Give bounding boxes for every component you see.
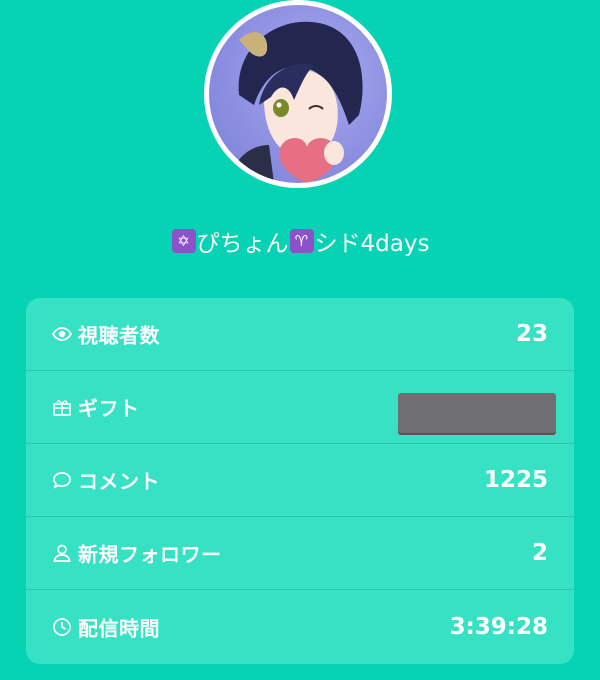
stat-label: ギフト bbox=[78, 396, 140, 421]
gift-icon bbox=[51, 396, 73, 418]
streamer-name-part1: ぴちょん bbox=[196, 231, 289, 257]
eye-icon bbox=[51, 323, 73, 345]
stat-value: 2 bbox=[531, 540, 548, 566]
person-icon bbox=[51, 542, 73, 564]
stat-row-duration: 配信時間 3:39:28 bbox=[26, 590, 574, 663]
stat-row-comments: コメント 1225 bbox=[26, 444, 574, 517]
comment-icon bbox=[51, 469, 73, 491]
aries-icon: ♈ bbox=[289, 229, 314, 253]
stat-value: 23 bbox=[515, 321, 548, 347]
stat-row-followers: 新規フォロワー 2 bbox=[26, 517, 574, 590]
stat-label: 新規フォロワー bbox=[78, 542, 222, 567]
stat-label: 配信時間 bbox=[78, 616, 160, 640]
stat-value: 1225 bbox=[483, 467, 548, 493]
redacted-value bbox=[398, 393, 556, 433]
avatar[interactable] bbox=[204, 0, 392, 188]
stat-label: 視聴者数 bbox=[78, 323, 160, 348]
stream-summary-page: ✡ ぴちょん ♈ シド4days 視聴者数 23 ギフト コメント 1225 新… bbox=[0, 0, 600, 680]
avatar-illustration bbox=[229, 21, 363, 183]
stat-row-gifts: ギフト bbox=[26, 371, 574, 444]
star-of-david-icon: ✡ bbox=[171, 229, 196, 253]
stats-card: 視聴者数 23 ギフト コメント 1225 新規フォロワー 2 配信時間 3:3… bbox=[26, 298, 574, 664]
stat-label: コメント bbox=[78, 469, 160, 494]
clock-icon bbox=[51, 616, 73, 638]
stat-value: 3:39:28 bbox=[449, 613, 548, 640]
avatar-image bbox=[209, 5, 387, 183]
stat-row-viewers: 視聴者数 23 bbox=[26, 298, 574, 371]
streamer-name-part2: シド4days bbox=[314, 231, 430, 257]
streamer-name: ✡ ぴちょん ♈ シド4days bbox=[0, 224, 600, 258]
